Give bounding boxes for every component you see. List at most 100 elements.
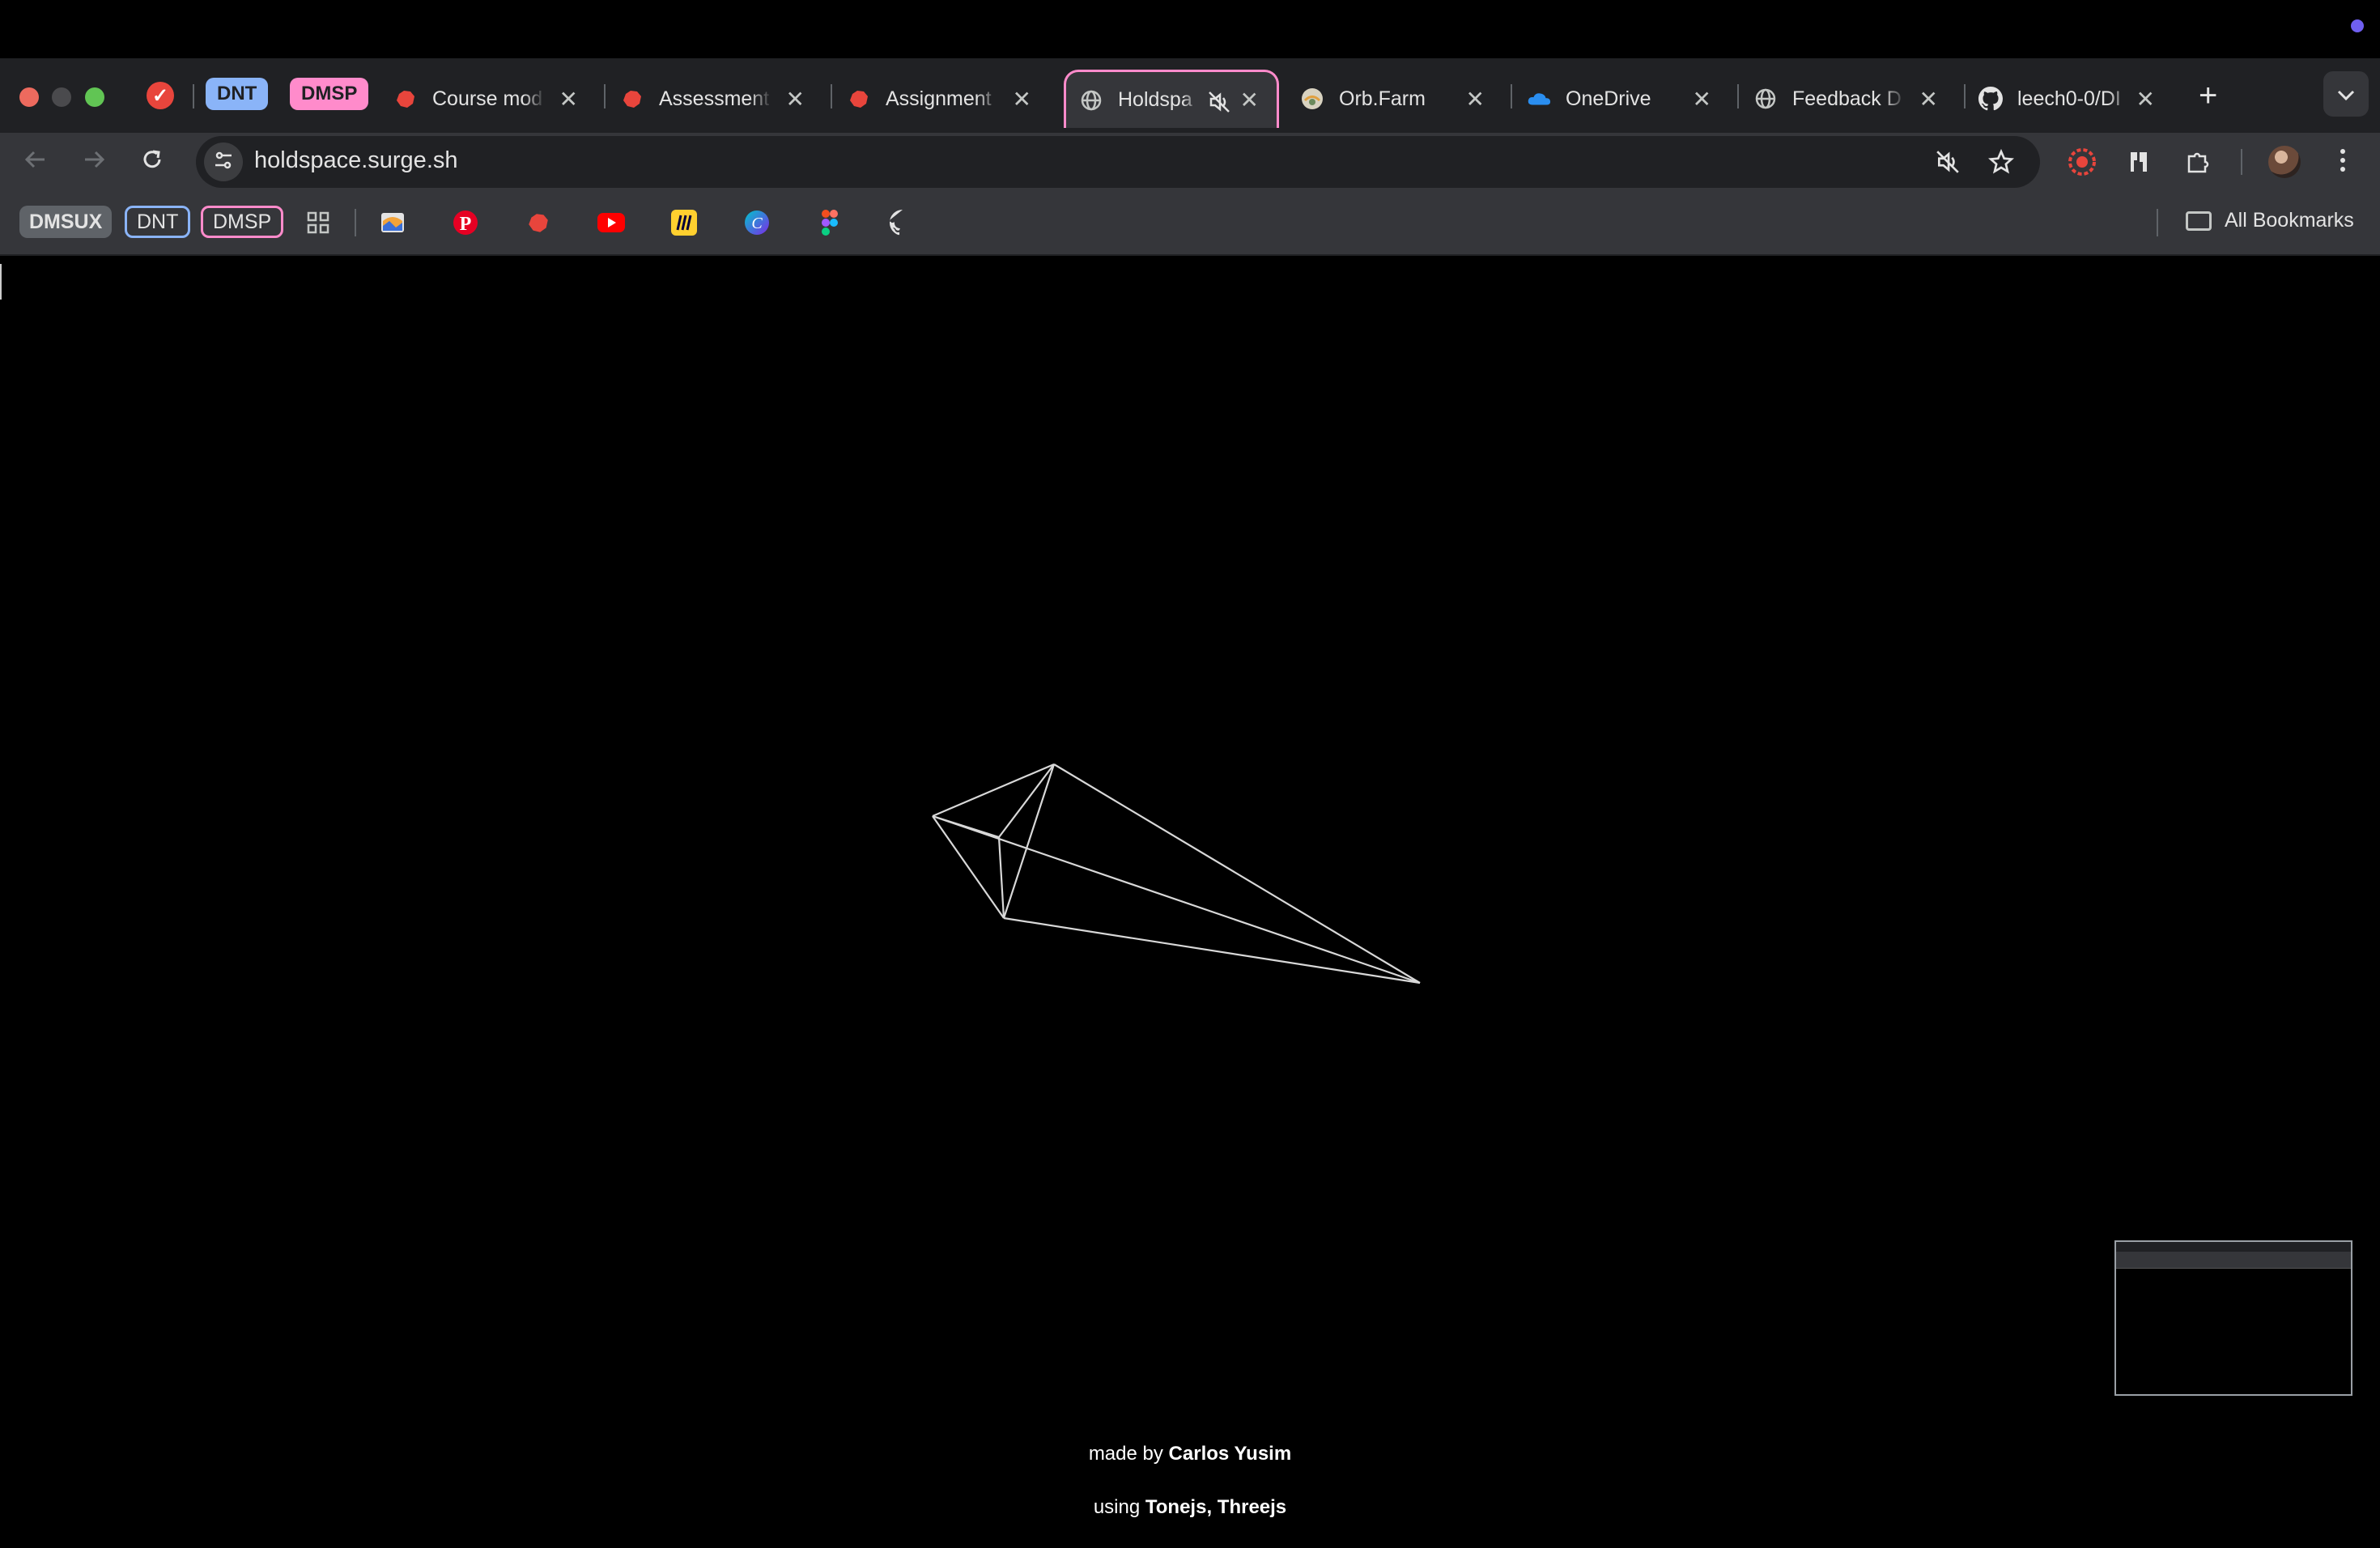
- tab-title: Orb.Farm: [1339, 87, 1426, 110]
- wireframe-shape: [932, 763, 1421, 985]
- toolbar-separator: [2241, 149, 2242, 175]
- figma-icon[interactable]: [814, 207, 845, 238]
- reload-icon: [140, 145, 164, 179]
- bookmarks-bar: DMSUX DNT DMSP P C All Bookmarks: [0, 191, 2380, 256]
- tab-onedrive[interactable]: OneDrive ✕: [1527, 70, 1729, 128]
- tab-close-button[interactable]: ✕: [786, 86, 805, 113]
- folder-icon: [2186, 211, 2212, 231]
- bookmark-folder-dmsux[interactable]: DMSUX: [19, 206, 113, 238]
- kebab-menu-icon: [2339, 147, 2347, 177]
- tab-orb-farm[interactable]: Orb.Farm ✕: [1300, 70, 1502, 128]
- profile-avatar-button[interactable]: [2267, 144, 2302, 180]
- reload-button[interactable]: [134, 144, 170, 180]
- tab-search-button[interactable]: [2323, 71, 2369, 117]
- tab-separator: [1511, 84, 1512, 108]
- miro-icon[interactable]: [669, 207, 699, 238]
- bookmark-separator: [2157, 209, 2158, 236]
- extensions-puzzle-icon[interactable]: [2181, 144, 2216, 180]
- thumbnail-toolbar: [2116, 1252, 2351, 1260]
- github-icon[interactable]: [887, 207, 918, 238]
- bookmark-folder-dnt[interactable]: DNT: [125, 206, 191, 238]
- tune-icon: [213, 150, 234, 175]
- tab-title: Assessment: [659, 87, 770, 110]
- credit-prefix: made by: [1088, 1443, 1163, 1465]
- new-tab-button[interactable]: +: [2199, 78, 2217, 114]
- tab-group-dnt[interactable]: DNT: [206, 78, 269, 110]
- tab-assessment[interactable]: Assessment ✕: [620, 70, 822, 128]
- all-bookmarks-label: All Bookmarks: [2225, 209, 2354, 232]
- github-icon: [1978, 87, 2003, 111]
- arrow-left-icon: [23, 145, 48, 179]
- extension-red-icon[interactable]: [2064, 144, 2100, 180]
- tab-separator: [1964, 84, 1966, 108]
- tab-course-modules[interactable]: Course mod ✕: [393, 70, 596, 128]
- tab-title: Feedback D: [1792, 87, 1902, 110]
- avatar: [2268, 146, 2301, 178]
- tab-separator: [604, 84, 606, 108]
- youtube-icon[interactable]: [596, 207, 627, 238]
- tab-title: Holdspa: [1118, 88, 1192, 111]
- window-minimize-button[interactable]: [52, 87, 71, 107]
- tab-strip: ✓ DNT DMSP Course mod ✕ Assessment ✕ Ass…: [0, 58, 2380, 181]
- author-link[interactable]: Carlos Yusim: [1169, 1443, 1292, 1465]
- back-button[interactable]: [18, 144, 53, 180]
- apps-grid-icon[interactable]: [303, 207, 334, 238]
- tab-muted-indicator-icon[interactable]: [1933, 147, 1962, 176]
- site-info-button[interactable]: [204, 142, 243, 181]
- bookmark-separator: [355, 209, 356, 236]
- tab-close-button[interactable]: ✕: [1013, 86, 1031, 113]
- check-icon: ✓: [147, 82, 174, 109]
- tab-close-button[interactable]: ✕: [1693, 86, 1711, 113]
- os-menubar: [0, 0, 2380, 58]
- photos-icon[interactable]: [377, 207, 408, 238]
- orb-icon: [1300, 87, 1324, 111]
- bookmark-folder-dmsp[interactable]: DMSP: [201, 206, 284, 238]
- tab-title: Assignment: [886, 87, 992, 110]
- url-text[interactable]: holdspace.surge.sh: [254, 147, 458, 174]
- screenshot-thumbnail[interactable]: [2114, 1240, 2352, 1396]
- pinned-tab-todo[interactable]: ✓: [144, 79, 176, 112]
- bookmark-star-icon[interactable]: [1987, 147, 2016, 176]
- tab-holdspace-active[interactable]: Holdspa ✕: [1064, 70, 1279, 128]
- page-content[interactable]: made by Carlos Yusim using Tonejs, Three…: [0, 256, 2380, 1548]
- canva-icon[interactable]: C: [742, 207, 772, 238]
- window-close-button[interactable]: [19, 87, 39, 107]
- threejs-link[interactable]: Threejs: [1218, 1496, 1286, 1518]
- all-bookmarks-button[interactable]: All Bookmarks: [2186, 209, 2354, 232]
- tab-title: Course mod: [432, 87, 543, 110]
- more-menu-button[interactable]: [2325, 144, 2361, 180]
- tab-feedback[interactable]: Feedback D ✕: [1753, 70, 1956, 128]
- tab-muted-icon[interactable]: [1207, 90, 1231, 120]
- onedrive-cloud-icon: [1527, 87, 1551, 111]
- tab-group-dmsp[interactable]: DMSP: [290, 78, 369, 110]
- using-prefix: using: [1093, 1496, 1141, 1518]
- arrow-right-icon: [82, 145, 106, 179]
- extension-puzzle-shield-icon[interactable]: [2121, 144, 2157, 180]
- tab-close-button[interactable]: ✕: [1240, 87, 1259, 113]
- red-blob-icon: [620, 87, 644, 111]
- lib-separator: ,: [1206, 1496, 1213, 1518]
- globe-icon: [1753, 87, 1778, 111]
- tab-close-button[interactable]: ✕: [1919, 86, 1938, 113]
- forward-button[interactable]: [76, 144, 112, 180]
- red-blob-icon[interactable]: [523, 207, 554, 238]
- tab-close-button[interactable]: ✕: [559, 86, 578, 113]
- tonejs-link[interactable]: Tonejs: [1145, 1496, 1207, 1518]
- tab-title: leech0-0/DI: [2017, 87, 2121, 110]
- tab-separator: [193, 84, 194, 108]
- chevron-down-icon: [2337, 82, 2355, 107]
- address-bar[interactable]: holdspace.surge.sh: [196, 136, 2040, 188]
- svg-text:P: P: [460, 214, 472, 235]
- browser-toolbar: holdspace.surge.sh: [0, 133, 2380, 191]
- credit-line: made by Carlos Yusim: [0, 1443, 2380, 1465]
- pinterest-icon[interactable]: P: [450, 207, 481, 238]
- red-blob-icon: [847, 87, 871, 111]
- thumbnail-bookmarks: [2116, 1260, 2351, 1269]
- window-zoom-button[interactable]: [85, 87, 104, 107]
- tab-github-repo[interactable]: leech0-0/DI ✕: [1978, 70, 2173, 128]
- tab-close-button[interactable]: ✕: [1466, 86, 1485, 113]
- tab-assignment[interactable]: Assignment ✕: [847, 70, 1049, 128]
- tab-title: OneDrive: [1566, 87, 1651, 110]
- threejs-canvas[interactable]: [0, 256, 2380, 1548]
- tab-close-button[interactable]: ✕: [2136, 86, 2155, 113]
